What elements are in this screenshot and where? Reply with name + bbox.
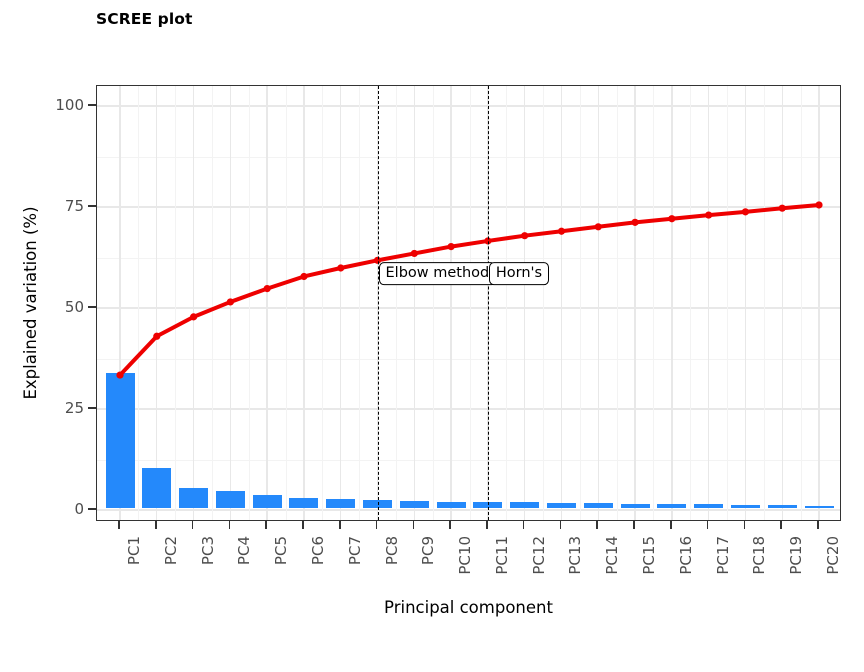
x-tick-PC19 xyxy=(780,521,782,529)
x-tick-label-PC15: PC15 xyxy=(640,536,659,575)
point-PC18 xyxy=(741,208,750,216)
x-axis-title: Principal component xyxy=(384,598,553,617)
point-PC10 xyxy=(447,242,455,251)
scree-plot-figure: SCREE plot Explained variation (%) Princ… xyxy=(0,0,864,672)
x-tick-label-PC2: PC2 xyxy=(161,536,180,566)
x-tick-label-PC16: PC16 xyxy=(676,536,695,575)
y-tick-50 xyxy=(88,306,96,308)
reference-line-PC8 xyxy=(377,86,379,520)
point-PC5 xyxy=(263,285,271,293)
annotation-PC11: Horn's xyxy=(488,261,550,286)
y-tick-100 xyxy=(88,104,96,106)
x-tick-label-PC10: PC10 xyxy=(456,536,475,575)
y-tick-25 xyxy=(88,407,96,409)
x-tick-PC11 xyxy=(486,521,488,529)
x-tick-PC10 xyxy=(449,521,451,529)
point-PC2 xyxy=(153,332,161,340)
x-tick-PC15 xyxy=(633,521,635,529)
x-tick-PC20 xyxy=(817,521,819,529)
x-tick-label-PC7: PC7 xyxy=(345,536,364,566)
x-tick-label-PC19: PC19 xyxy=(787,536,806,575)
x-tick-label-PC12: PC12 xyxy=(529,536,548,575)
x-tick-PC2 xyxy=(154,521,157,529)
x-tick-PC6 xyxy=(302,521,304,529)
cumulative-line-series xyxy=(116,201,823,379)
x-tick-PC5 xyxy=(265,521,267,529)
x-tick-label-PC17: PC17 xyxy=(713,536,732,575)
point-PC6 xyxy=(300,272,308,281)
y-tick-0 xyxy=(88,508,96,510)
x-tick-label-PC1: PC1 xyxy=(125,536,143,566)
cumulative-points xyxy=(116,201,823,379)
x-tick-label-PC11: PC11 xyxy=(492,536,511,575)
x-tick-PC9 xyxy=(412,521,415,529)
plot-panel: Elbow method Horn's xyxy=(96,85,841,521)
x-tick-PC14 xyxy=(596,521,599,529)
x-tick-PC8 xyxy=(375,521,378,529)
y-tick-label-0: 0 xyxy=(74,500,84,518)
x-tick-PC18 xyxy=(743,521,746,529)
x-tick-label-PC13: PC13 xyxy=(566,536,585,575)
point-PC9 xyxy=(410,249,418,258)
x-tick-label-PC4: PC4 xyxy=(235,536,254,566)
point-PC19 xyxy=(778,204,786,212)
chart-title: SCREE plot xyxy=(96,10,193,28)
point-PC17 xyxy=(705,211,713,219)
y-tick-75 xyxy=(88,205,96,207)
x-tick-PC13 xyxy=(559,521,562,529)
x-tick-label-PC3: PC3 xyxy=(198,536,217,566)
y-tick-label-50: 50 xyxy=(64,298,84,316)
x-tick-label-PC9: PC9 xyxy=(419,536,438,566)
point-PC3 xyxy=(189,313,198,321)
point-PC20 xyxy=(815,201,823,209)
point-PC13 xyxy=(557,227,566,235)
x-tick-PC17 xyxy=(706,521,709,529)
x-tick-label-PC18: PC18 xyxy=(750,536,769,575)
x-tick-label-PC5: PC5 xyxy=(272,536,291,566)
x-tick-PC4 xyxy=(228,521,231,529)
cumulative-line xyxy=(118,202,821,378)
y-tick-label-25: 25 xyxy=(64,399,84,417)
reference-line-PC11 xyxy=(487,86,489,520)
x-tick-PC16 xyxy=(670,521,672,529)
annotation-PC8: Elbow method xyxy=(378,261,497,286)
y-tick-label-100: 100 xyxy=(55,96,84,114)
x-tick-PC7 xyxy=(338,521,341,529)
x-tick-label-PC6: PC6 xyxy=(308,536,327,566)
x-tick-label-PC20: PC20 xyxy=(824,536,842,575)
x-tick-PC1 xyxy=(118,521,120,529)
point-PC15 xyxy=(631,218,639,226)
point-PC1 xyxy=(116,371,124,379)
point-PC12 xyxy=(521,232,529,240)
x-tick-label-PC8: PC8 xyxy=(382,536,401,566)
y-tick-label-75: 75 xyxy=(64,197,84,215)
point-PC7 xyxy=(337,264,345,272)
point-PC4 xyxy=(226,298,234,306)
point-PC16 xyxy=(668,215,676,223)
x-tick-label-PC14: PC14 xyxy=(603,536,622,575)
x-tick-PC12 xyxy=(522,521,525,529)
point-PC14 xyxy=(594,223,602,231)
x-tick-PC3 xyxy=(191,521,194,529)
